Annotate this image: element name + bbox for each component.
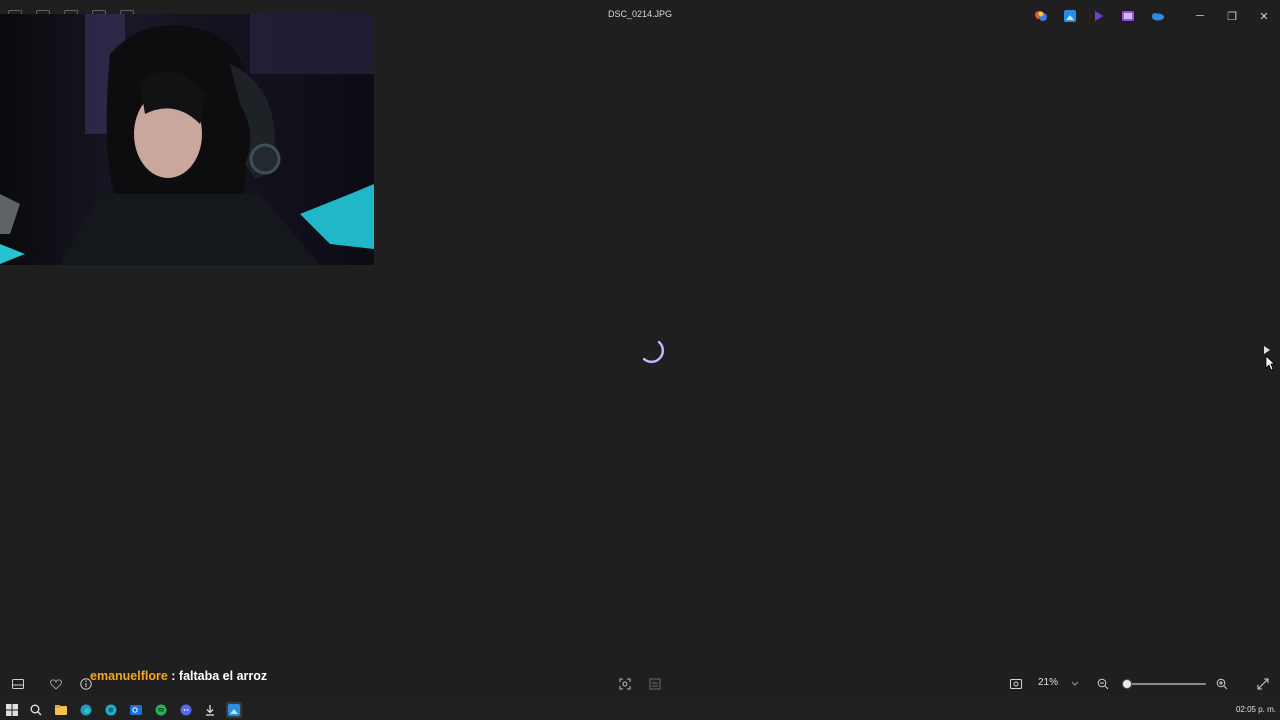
chat-message: emanuelflore : faltaba el arroz — [90, 669, 267, 683]
taskbar-clock[interactable]: 02:05 p. m. — [1236, 705, 1276, 714]
outlook-icon[interactable] — [128, 702, 144, 718]
mouse-cursor-icon — [1265, 355, 1275, 371]
chat-username: emanuelflore — [90, 669, 168, 683]
windows-taskbar: 02:05 p. m. — [0, 700, 1280, 720]
download-icon[interactable] — [202, 702, 218, 718]
chat-text: faltaba el arroz — [178, 669, 268, 683]
zoom-in-icon[interactable] — [1214, 676, 1230, 692]
spotify-icon[interactable] — [153, 702, 169, 718]
photos-icon[interactable] — [226, 702, 242, 718]
photos-app-window: DSC_0214.JPG ─ ❐ ✕ 21% emanuelflore: fa… — [0, 0, 1280, 720]
zoom-level-select[interactable]: 21% — [1038, 677, 1058, 688]
webcam-overlay — [0, 14, 374, 265]
favorite-heart-icon[interactable] — [48, 676, 64, 692]
fit-to-window-icon[interactable] — [1008, 676, 1024, 692]
visual-search-icon[interactable] — [617, 676, 633, 692]
zoom-slider-thumb[interactable] — [1122, 679, 1132, 689]
chevron-right-icon — [1264, 346, 1270, 354]
loading-spinner — [642, 340, 664, 364]
window-title: DSC_0214.JPG — [607, 9, 673, 19]
edge-icon[interactable] — [78, 702, 94, 718]
search-icon[interactable] — [28, 702, 44, 718]
app-shortcuts — [1033, 8, 1165, 24]
onedrive-icon[interactable] — [1149, 8, 1165, 24]
text-extract-icon[interactable] — [647, 676, 663, 692]
photos-icon[interactable] — [1062, 8, 1078, 24]
discord-icon[interactable] — [178, 702, 194, 718]
chat-separator: : — [167, 669, 179, 683]
file-explorer-icon[interactable] — [53, 702, 69, 718]
zoom-dropdown-chevron-icon[interactable] — [1067, 676, 1083, 692]
video-editor-icon[interactable] — [1120, 8, 1136, 24]
zoom-out-icon[interactable] — [1095, 676, 1111, 692]
clipchamp-icon[interactable] — [1091, 8, 1107, 24]
zoom-slider[interactable] — [1122, 683, 1206, 685]
fullscreen-icon[interactable] — [1255, 676, 1271, 692]
restore-button[interactable]: ❐ — [1216, 0, 1248, 32]
filmstrip-icon[interactable] — [10, 676, 26, 692]
start-icon[interactable] — [4, 702, 20, 718]
copilot-icon[interactable] — [1033, 8, 1049, 24]
minimize-button[interactable]: ─ — [1184, 0, 1216, 32]
window-controls: ─ ❐ ✕ — [1184, 0, 1280, 32]
close-button[interactable]: ✕ — [1248, 0, 1280, 32]
edge-dev-icon[interactable] — [103, 702, 119, 718]
